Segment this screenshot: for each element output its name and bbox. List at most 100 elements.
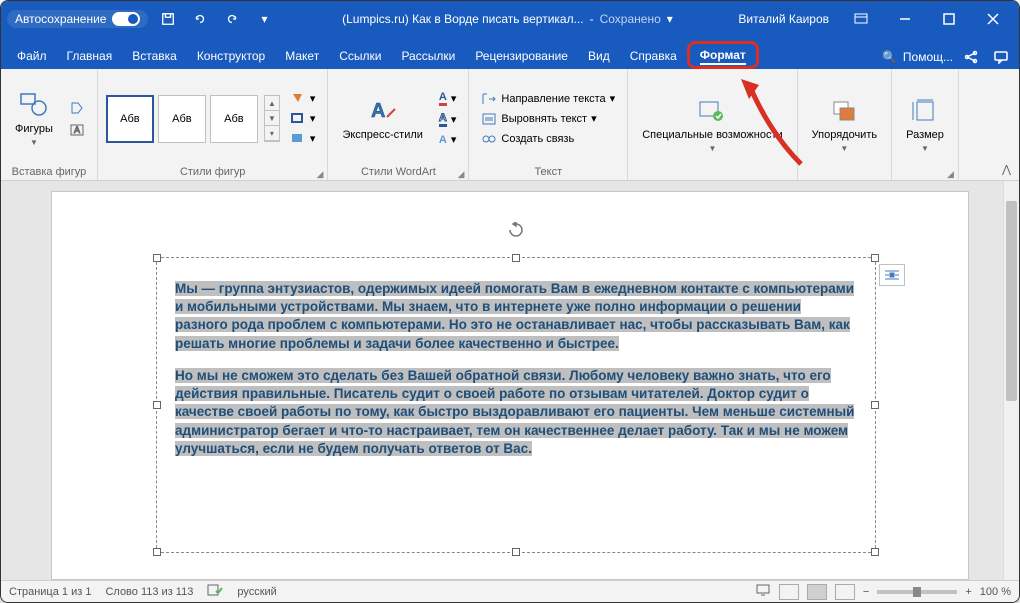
shape-effects-icon[interactable]: ▾ — [286, 130, 320, 148]
print-layout-view-icon[interactable] — [807, 584, 827, 600]
language[interactable]: русский — [237, 586, 276, 598]
paragraph-1: Мы — группа энтузиастов, одержимых идеей… — [175, 281, 854, 351]
maximize-button[interactable] — [929, 4, 969, 34]
search-icon[interactable]: 🔍 — [882, 50, 897, 64]
shape-outline-icon[interactable]: ▾ — [286, 110, 320, 128]
gallery-scroll[interactable]: ▲▼▾ — [264, 95, 280, 142]
qat-dropdown-icon[interactable]: ▾ — [252, 7, 276, 31]
shape-fill-icon[interactable]: ▾ — [286, 90, 320, 108]
resize-handle[interactable] — [153, 548, 161, 556]
svg-text:A: A — [74, 125, 80, 135]
tab-format[interactable]: Формат — [687, 41, 759, 69]
text-content[interactable]: Мы — группа энтузиастов, одержимых идеей… — [157, 258, 875, 482]
tab-file[interactable]: Файл — [7, 43, 57, 69]
arrange-icon — [828, 95, 860, 127]
text-box[interactable]: Мы — группа энтузиастов, одержимых идеей… — [156, 257, 876, 553]
save-icon[interactable] — [156, 7, 180, 31]
ribbon-tabs: Файл Главная Вставка Конструктор Макет С… — [1, 37, 1019, 69]
page-count[interactable]: Страница 1 из 1 — [9, 586, 91, 598]
shapes-icon — [18, 89, 50, 121]
statusbar: Страница 1 из 1 Слово 113 из 113 русский… — [1, 580, 1019, 602]
group-shape-styles: Абв Абв Абв ▲▼▾ ▾ ▾ ▾ Стили фигур ◢ — [98, 69, 329, 180]
tab-mailings[interactable]: Рассылки — [391, 43, 465, 69]
undo-icon[interactable] — [188, 7, 212, 31]
app-window: Автосохранение ▾ (Lumpics.ru) Как в Ворд… — [0, 0, 1020, 603]
wordart-styles-button[interactable]: A Экспресс-стили — [336, 91, 428, 146]
resize-handle[interactable] — [871, 401, 879, 409]
web-layout-view-icon[interactable] — [835, 584, 855, 600]
tab-layout[interactable]: Макет — [275, 43, 329, 69]
style-gallery[interactable]: Абв Абв Абв — [106, 95, 258, 143]
help-search[interactable]: Помощ... — [903, 50, 953, 64]
word-count[interactable]: Слово 113 из 113 — [105, 586, 193, 598]
style-item[interactable]: Абв — [210, 95, 258, 143]
group-text: Направление текста ▾ Выровнять текст ▾ С… — [469, 69, 628, 180]
rotate-handle-icon[interactable] — [508, 222, 524, 238]
text-direction-button[interactable]: Направление текста ▾ — [477, 90, 619, 108]
vertical-scrollbar[interactable] — [1003, 181, 1019, 580]
tab-home[interactable]: Главная — [57, 43, 123, 69]
arrange-button[interactable]: Упорядочить ▼ — [806, 91, 883, 158]
document-title: (Lumpics.ru) Как в Ворде писать вертикал… — [342, 12, 583, 26]
shapes-button[interactable]: Фигуры ▼ — [9, 85, 59, 152]
accessibility-button[interactable]: Специальные возможности ▼ — [636, 91, 788, 158]
resize-handle[interactable] — [512, 548, 520, 556]
text-outline-icon[interactable]: A▾ — [435, 110, 460, 129]
group-wordart: A Экспресс-стили A▾ A▾ A▾ Стили WordArt … — [328, 69, 469, 180]
dialog-launcher-icon[interactable]: ◢ — [947, 169, 954, 180]
dialog-launcher-icon[interactable]: ◢ — [317, 169, 324, 180]
zoom-in-icon[interactable]: + — [965, 586, 971, 598]
text-effects-icon[interactable]: A▾ — [435, 131, 460, 148]
group-insert-shapes: Фигуры ▼ A Вставка фигур — [1, 69, 98, 180]
zoom-level[interactable]: 100 % — [980, 586, 1011, 598]
zoom-out-icon[interactable]: − — [863, 586, 869, 598]
share-icon[interactable] — [959, 45, 983, 69]
draw-textbox-icon[interactable]: A — [65, 120, 89, 140]
chevron-down-icon: ▼ — [30, 138, 38, 148]
group-label: Вставка фигур — [9, 164, 89, 178]
wordart-icon: A — [367, 95, 399, 127]
zoom-slider[interactable] — [877, 590, 957, 594]
dialog-launcher-icon[interactable]: ◢ — [457, 169, 464, 180]
text-fill-icon[interactable]: A▾ — [435, 89, 460, 108]
style-item[interactable]: Абв — [106, 95, 154, 143]
tab-references[interactable]: Ссылки — [329, 43, 391, 69]
minimize-button[interactable] — [885, 4, 925, 34]
tab-view[interactable]: Вид — [578, 43, 620, 69]
size-button[interactable]: Размер ▼ — [900, 91, 950, 158]
focus-view-icon[interactable] — [779, 584, 799, 600]
ribbon-display-icon[interactable] — [841, 4, 881, 34]
paragraph-2: Но мы не сможем это сделать без Вашей об… — [175, 368, 854, 456]
group-arrange: Упорядочить ▼ — [798, 69, 892, 180]
user-name[interactable]: Виталий Каиров — [738, 12, 829, 26]
collapse-ribbon-icon[interactable]: ⋀ — [994, 159, 1019, 180]
toggle-switch-icon — [112, 12, 140, 26]
svg-text:A: A — [371, 100, 385, 122]
resize-handle[interactable] — [153, 401, 161, 409]
group-accessibility: Специальные возможности ▼ — [628, 69, 797, 180]
resize-handle[interactable] — [871, 254, 879, 262]
save-state: Сохранено — [600, 12, 661, 26]
tab-insert[interactable]: Вставка — [122, 43, 187, 69]
tab-help[interactable]: Справка — [620, 43, 687, 69]
accessibility-icon — [696, 95, 728, 127]
comments-icon[interactable] — [989, 45, 1013, 69]
style-item[interactable]: Абв — [158, 95, 206, 143]
resize-handle[interactable] — [512, 254, 520, 262]
create-link-button[interactable]: Создать связь — [477, 130, 619, 148]
tab-designer[interactable]: Конструктор — [187, 43, 275, 69]
size-icon — [909, 95, 941, 127]
display-settings-icon[interactable] — [755, 583, 771, 600]
resize-handle[interactable] — [153, 254, 161, 262]
titlebar: Автосохранение ▾ (Lumpics.ru) Как в Ворд… — [1, 1, 1019, 37]
resize-handle[interactable] — [871, 548, 879, 556]
close-button[interactable] — [973, 4, 1013, 34]
align-text-button[interactable]: Выровнять текст ▾ — [477, 110, 619, 128]
autosave-toggle[interactable]: Автосохранение — [7, 10, 148, 28]
redo-icon[interactable] — [220, 7, 244, 31]
edit-shape-icon[interactable] — [65, 98, 89, 118]
ribbon: Фигуры ▼ A Вставка фигур Абв Абв Абв ▲▼▾ — [1, 69, 1019, 181]
spellcheck-icon[interactable] — [207, 583, 223, 600]
tab-review[interactable]: Рецензирование — [465, 43, 578, 69]
layout-options-icon[interactable] — [879, 264, 905, 286]
